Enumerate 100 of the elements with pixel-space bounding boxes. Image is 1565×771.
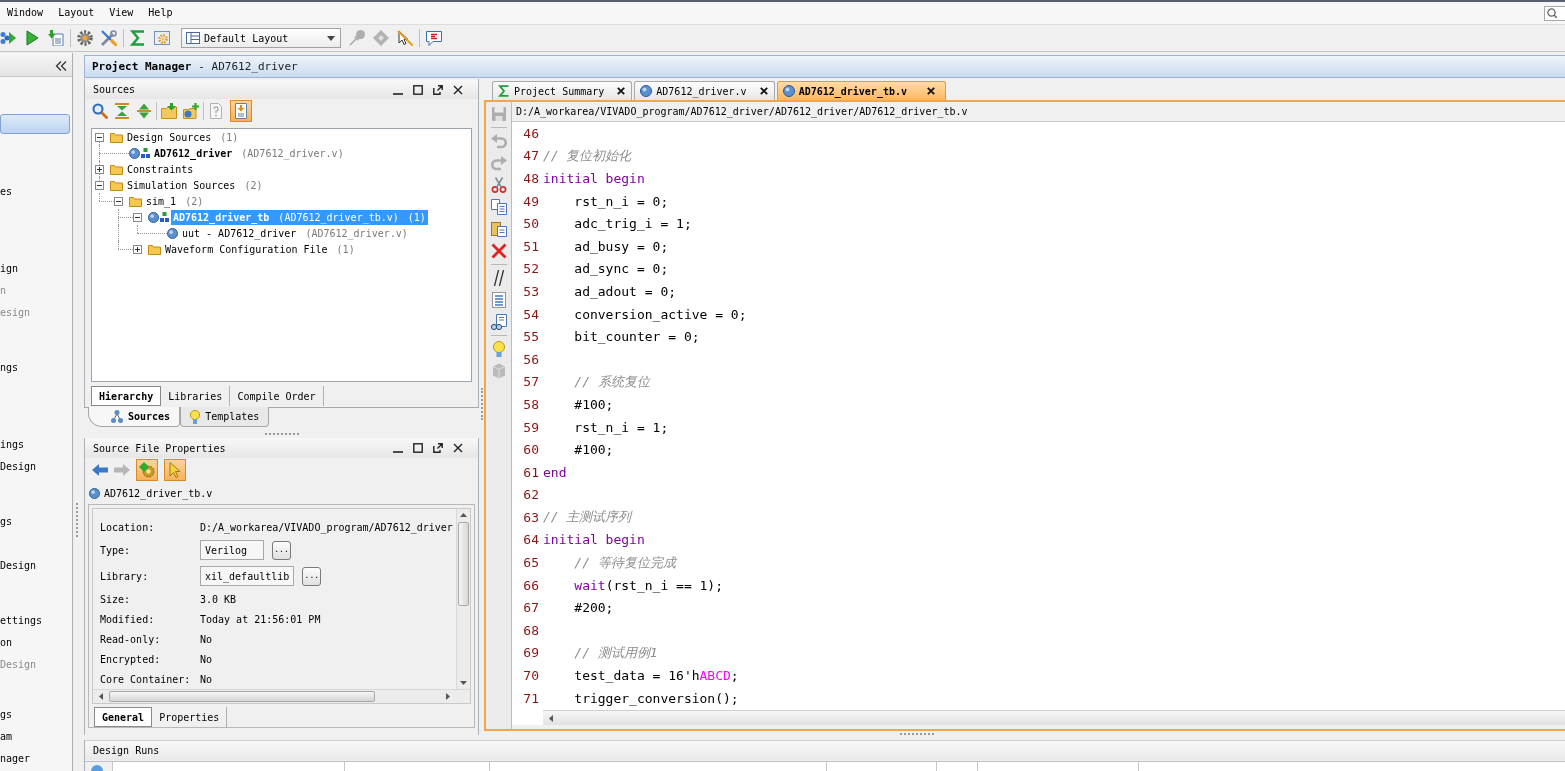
layout-dropdown[interactable]: Default Layout: [181, 28, 341, 48]
menu-item[interactable]: Help: [148, 6, 173, 20]
close-icon[interactable]: [927, 87, 935, 95]
plus-box-icon[interactable]: [95, 164, 104, 174]
tree-item[interactable]: Waveform Configuration File (1): [163, 241, 357, 257]
browse-button[interactable]: ...: [272, 540, 291, 560]
line-number: 66: [522, 577, 540, 593]
view-tab[interactable]: General: [94, 707, 153, 727]
navigator-item[interactable]: am: [0, 726, 13, 748]
add-folder-icon[interactable]: [183, 103, 199, 119]
navigator-item[interactable]: gs: [0, 511, 13, 533]
view-tab[interactable]: Libraries: [161, 386, 231, 406]
editor-tab[interactable]: AD7612_driver.v: [634, 81, 775, 100]
navigator-item[interactable]: es: [0, 181, 13, 203]
panel-tab[interactable]: Sources: [88, 407, 181, 427]
minimize-icon[interactable]: [393, 92, 403, 95]
close-icon[interactable]: [453, 84, 463, 95]
lightbulb-icon[interactable]: [490, 341, 507, 357]
tree-item[interactable]: Constraints: [125, 161, 196, 177]
cross-icon[interactable]: [490, 243, 507, 259]
minus-box-icon[interactable]: [95, 132, 104, 142]
code-line: test_data = 16'hABCD;: [574, 668, 739, 684]
splitter-grip[interactable]: [900, 732, 934, 735]
collapse-all-icon[interactable]: [114, 103, 130, 119]
download-document-icon[interactable]: [48, 30, 64, 46]
view-tab[interactable]: Compile Order: [230, 386, 324, 406]
menu-item[interactable]: View: [109, 6, 134, 20]
maximize-icon[interactable]: [413, 84, 423, 95]
left-arrow-icon[interactable]: [99, 693, 103, 700]
close-icon[interactable]: [617, 87, 626, 95]
close-icon[interactable]: [453, 443, 463, 453]
navigator-item[interactable]: Design: [0, 555, 37, 577]
property-field[interactable]: Verilog: [200, 540, 264, 560]
close-icon[interactable]: [759, 87, 768, 95]
scroll-thumb[interactable]: [458, 522, 469, 606]
settings-window-icon[interactable]: [154, 30, 170, 46]
paste-icon[interactable]: [490, 221, 507, 237]
browse-button[interactable]: ...: [302, 566, 322, 586]
navigator-item[interactable]: gs: [0, 704, 13, 726]
navigator-item[interactable]: ign: [0, 258, 19, 280]
sigma-icon[interactable]: [130, 30, 146, 46]
navigator-item[interactable]: ngs: [0, 357, 19, 379]
cursor-icon[interactable]: [397, 30, 413, 46]
speech-bubble-icon[interactable]: [426, 30, 442, 46]
copy-icon[interactable]: [490, 199, 507, 215]
editor-tab[interactable]: Project Summary: [492, 81, 633, 100]
up-arrow-icon[interactable]: [460, 513, 467, 517]
tree-item[interactable]: Design Sources (1): [125, 129, 241, 145]
line-number: 64: [522, 532, 540, 548]
dotted-list-icon[interactable]: [490, 292, 507, 308]
code-line: initial begin: [543, 171, 645, 186]
find-document-icon[interactable]: [490, 314, 507, 330]
undock-icon[interactable]: [433, 84, 443, 95]
search-field[interactable]: [1544, 5, 1565, 21]
scissors-icon[interactable]: [490, 177, 507, 193]
play-icon[interactable]: [24, 30, 40, 46]
plus-box-icon[interactable]: [133, 244, 142, 254]
line-number: 67: [522, 600, 540, 616]
editor-tab[interactable]: AD7612_driver_tb.v: [776, 81, 946, 100]
collapse-chevrons-icon[interactable]: [55, 60, 67, 71]
right-arrow-icon[interactable]: [446, 693, 450, 700]
property-field[interactable]: xil_defaultlib: [200, 566, 295, 586]
property-value: D:/A_workarea/VIVADO_program/AD7612_driver: [200, 521, 453, 533]
property-label: Library:: [100, 570, 149, 582]
navigator-item[interactable]: ettings: [0, 610, 43, 632]
panel-tab[interactable]: Templates: [180, 407, 270, 427]
tools-icon[interactable]: [101, 30, 117, 46]
expand-all-icon[interactable]: [136, 103, 152, 119]
menu-item[interactable]: Window: [7, 6, 44, 20]
splitter-grip[interactable]: [264, 432, 299, 435]
scroll-thumb[interactable]: [109, 691, 375, 702]
splitter-grip[interactable]: [480, 388, 483, 420]
navigator-item[interactable]: nager: [0, 748, 31, 770]
navigator-item[interactable]: on: [0, 632, 13, 654]
down-arrow-icon[interactable]: [460, 681, 467, 685]
gear-icon[interactable]: [77, 30, 93, 46]
tree-item[interactable]: uut - AD7612_driver (AD7612_driver.v): [180, 225, 410, 241]
navigator-item[interactable]: ings: [0, 434, 25, 456]
view-tab[interactable]: Hierarchy: [91, 386, 162, 406]
dots-arrow-icon[interactable]: [0, 30, 16, 46]
back-arrow-icon[interactable]: [92, 461, 108, 478]
navigator-item[interactable]: Design: [0, 456, 37, 478]
property-value: Today at 21:56:01 PM: [200, 613, 321, 625]
folder-arrow-icon[interactable]: [161, 103, 177, 119]
property-value: No: [200, 673, 213, 685]
left-arrow-icon[interactable]: [549, 714, 553, 722]
search-icon[interactable]: [92, 103, 108, 119]
minus-box-icon[interactable]: [133, 212, 142, 222]
maximize-icon[interactable]: [413, 443, 423, 453]
minus-box-icon[interactable]: [114, 196, 123, 206]
property-label: Encrypted:: [100, 653, 161, 665]
menu-item[interactable]: Layout: [58, 6, 95, 20]
minus-box-icon[interactable]: [95, 180, 104, 190]
view-tab[interactable]: Properties: [152, 707, 228, 727]
tree-item[interactable]: sim_1 (2): [144, 193, 206, 209]
verilog-file-icon: [782, 85, 795, 97]
tree-item[interactable]: Simulation Sources (2): [125, 177, 265, 193]
line-number: 56: [522, 351, 540, 367]
tree-item[interactable]: AD7612_driver (AD7612_driver.v): [152, 145, 346, 161]
undock-icon[interactable]: [433, 443, 443, 453]
